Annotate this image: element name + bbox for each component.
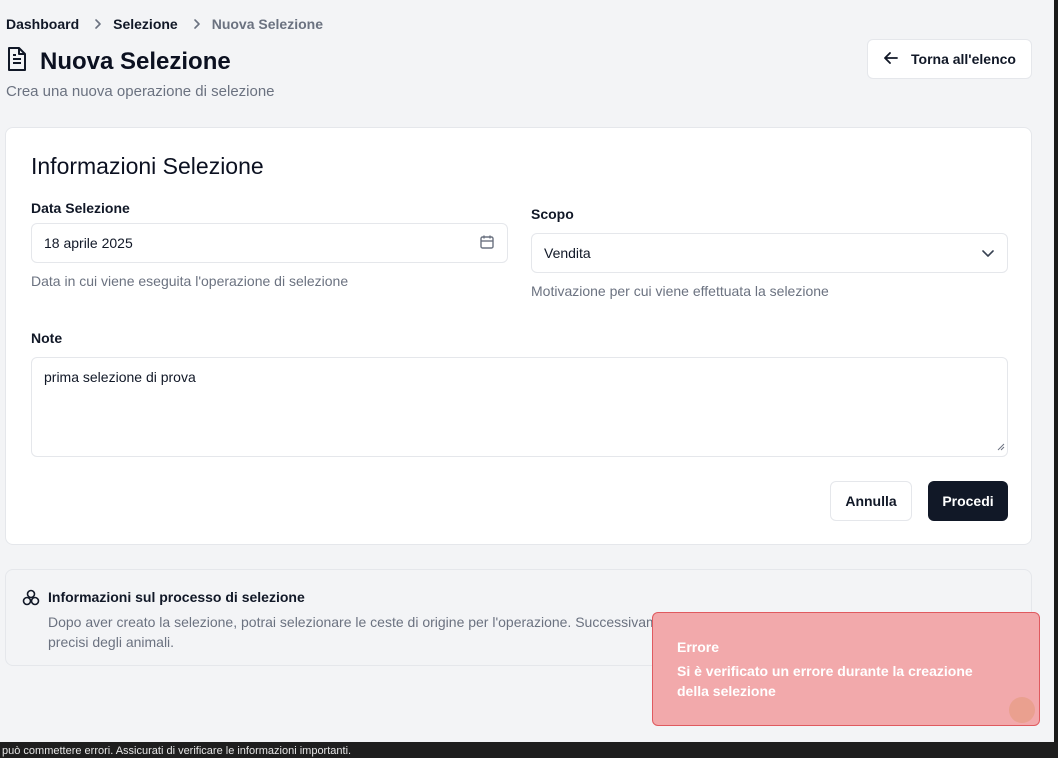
breadcrumb-current: Nuova Selezione xyxy=(211,16,323,32)
toast-title: Errore xyxy=(677,639,720,655)
page-title: Nuova Selezione xyxy=(40,47,231,75)
calendar-icon xyxy=(479,234,495,253)
scope-label: Scopo xyxy=(531,206,574,222)
error-toast[interactable]: Errore Si è verificato un errore durante… xyxy=(652,612,1040,726)
cubes-icon xyxy=(22,589,40,612)
card-title: Informazioni Selezione xyxy=(31,153,264,179)
back-to-list-button[interactable]: Torna all'elenco xyxy=(867,39,1032,79)
resize-handle-icon[interactable] xyxy=(997,438,1005,454)
selection-form-card: Informazioni Selezione Data Selezione 18… xyxy=(5,127,1032,545)
scope-select[interactable]: Vendita xyxy=(531,233,1008,273)
chevron-right-icon xyxy=(192,18,202,30)
chevron-right-icon xyxy=(93,18,103,30)
notes-value: prima selezione di prova xyxy=(44,369,196,385)
info-text-line1: Dopo aver creato la selezione, potrai se… xyxy=(48,614,666,630)
breadcrumb-selezione[interactable]: Selezione xyxy=(113,16,178,32)
arrow-left-icon xyxy=(883,51,899,68)
date-label: Data Selezione xyxy=(31,200,130,216)
info-title: Informazioni sul processo di selezione xyxy=(48,589,305,605)
toast-message: Si è verificato un errore durante la cre… xyxy=(677,663,973,699)
date-hint: Data in cui viene eseguita l'operazione … xyxy=(31,273,349,289)
scope-hint: Motivazione per cui viene effettuata la … xyxy=(531,283,829,299)
date-picker-field[interactable]: 18 aprile 2025 xyxy=(31,223,508,263)
cursor-highlight xyxy=(1009,697,1035,723)
window-edge xyxy=(1054,0,1058,742)
cancel-button[interactable]: Annulla xyxy=(830,481,912,521)
breadcrumb-dashboard[interactable]: Dashboard xyxy=(6,16,79,32)
notes-label: Note xyxy=(31,330,63,346)
notes-textarea[interactable]: prima selezione di prova xyxy=(31,357,1008,457)
breadcrumb: Dashboard Selezione Nuova Selezione xyxy=(6,16,323,32)
date-value: 18 aprile 2025 xyxy=(44,235,133,251)
scope-value: Vendita xyxy=(544,245,591,261)
back-button-label: Torna all'elenco xyxy=(911,51,1016,67)
file-text-icon xyxy=(6,46,28,77)
chevron-down-icon xyxy=(981,245,995,261)
footer-disclaimer: può commettere errori. Assicurati di ver… xyxy=(0,742,1058,758)
info-text-line2: precisi degli animali. xyxy=(48,634,175,650)
info-text: Dopo aver creato la selezione, potrai se… xyxy=(48,612,688,652)
page-subtitle: Crea una nuova operazione di selezione xyxy=(6,83,275,100)
page-header: Nuova Selezione xyxy=(6,46,231,77)
proceed-button[interactable]: Procedi xyxy=(928,481,1008,521)
